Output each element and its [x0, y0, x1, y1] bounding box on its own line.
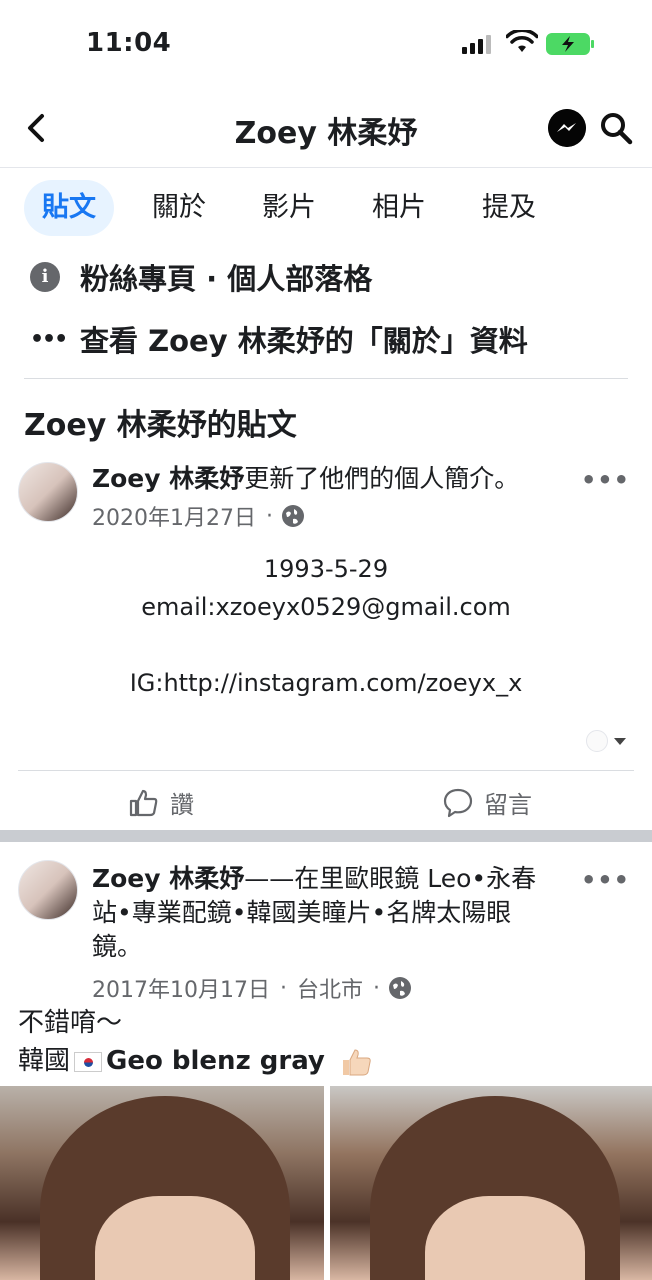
- avatar[interactable]: [18, 462, 78, 522]
- page-category-row: i 粉絲專頁 · 個人部落格: [30, 256, 372, 298]
- korea-flag-icon: [74, 1051, 103, 1072]
- page-tabs: 貼文 關於 影片 相片 提及: [24, 180, 574, 236]
- meta-separator: ·: [373, 975, 380, 1001]
- post-photo[interactable]: [0, 1086, 324, 1280]
- post-meta: 2020年1月27日 ·: [92, 500, 305, 532]
- avatar[interactable]: [18, 860, 78, 920]
- see-about-row[interactable]: ••• 查看 Zoey 林柔妤的「關於」資料: [30, 318, 528, 360]
- comment-button[interactable]: 留言: [442, 785, 532, 820]
- post-text: 不錯唷～ 韓國 Geo blenz gray: [18, 1004, 373, 1080]
- reaction-selector[interactable]: [586, 730, 632, 752]
- post-more-button[interactable]: •••: [581, 466, 630, 494]
- post-text-prefix: 韓國: [18, 1046, 71, 1076]
- post-body: 1993-5-29 email:xzoeyx0529@gmail.com IG:…: [0, 550, 652, 702]
- divider: [24, 378, 628, 379]
- status-bar: 11:04: [0, 0, 652, 88]
- post-location[interactable]: 台北市: [297, 972, 363, 1004]
- messenger-icon[interactable]: [548, 109, 586, 147]
- post-body-line: 1993-5-29: [263, 555, 389, 583]
- post-photo[interactable]: [330, 1086, 652, 1280]
- photo-face: [95, 1196, 255, 1280]
- post-separator: [0, 830, 652, 842]
- post-body-line: IG:http://instagram.com/zoeyx_x: [129, 669, 523, 697]
- post-date[interactable]: 2020年1月27日: [92, 500, 256, 532]
- globe-icon: [389, 977, 411, 999]
- post-body-line: email:xzoeyx0529@gmail.com: [141, 593, 511, 621]
- post-action[interactable]: ——在里歐眼鏡 Leo•永春: [244, 864, 536, 893]
- post-author-name[interactable]: Zoey 林柔妤: [92, 464, 244, 493]
- page-header: Zoey 林柔妤: [0, 88, 652, 168]
- like-label: 讚: [170, 791, 194, 819]
- like-button[interactable]: 讚: [128, 785, 194, 820]
- tab-posts[interactable]: 貼文: [24, 180, 114, 236]
- post-action: 更新了他們的個人簡介。: [244, 464, 520, 493]
- post-more-button[interactable]: •••: [581, 866, 630, 894]
- post-action-bar: 讚 留言: [18, 770, 634, 830]
- caret-down-icon: [614, 737, 626, 745]
- meta-separator: ·: [279, 975, 287, 1001]
- post-body-line: [0, 626, 652, 664]
- signal-icon: [462, 35, 491, 54]
- info-icon: i: [30, 262, 60, 292]
- post-author-line: Zoey 林柔妤更新了他們的個人簡介。: [92, 462, 592, 496]
- battery-charging-icon: [546, 33, 594, 55]
- see-about-link[interactable]: 查看 Zoey 林柔妤的「關於」資料: [80, 318, 528, 360]
- post-action[interactable]: 鏡。: [92, 930, 592, 964]
- post-text-line: 韓國 Geo blenz gray: [18, 1042, 373, 1080]
- post-text-suffix: Geo blenz gray: [106, 1046, 325, 1076]
- post-text-line: 不錯唷～: [18, 1008, 123, 1038]
- tab-videos[interactable]: 影片: [244, 180, 334, 236]
- page-avatar-mini-icon: [586, 730, 608, 752]
- comment-label: 留言: [484, 791, 532, 819]
- section-title: Zoey 林柔妤的貼文: [24, 408, 297, 443]
- wifi-icon: [506, 30, 538, 52]
- tab-mentions[interactable]: 提及: [464, 180, 554, 236]
- search-icon[interactable]: [598, 110, 634, 146]
- thumbs-up-icon: [129, 789, 158, 816]
- tab-photos[interactable]: 相片: [354, 180, 444, 236]
- more-dots-icon: •••: [30, 326, 68, 352]
- post-author-line: Zoey 林柔妤——在里歐眼鏡 Leo•永春 站•專業配鏡•韓國美瞳片•名牌太陽…: [92, 862, 592, 964]
- comment-icon: [443, 788, 473, 817]
- meta-separator: ·: [265, 503, 273, 529]
- page-category: 粉絲專頁 · 個人部落格: [80, 262, 373, 296]
- status-time: 11:04: [86, 28, 172, 58]
- photo-face: [425, 1196, 585, 1280]
- thumbs-up-emoji-icon: [343, 1048, 371, 1075]
- post-date[interactable]: 2017年10月17日: [92, 972, 270, 1004]
- tab-about[interactable]: 關於: [134, 180, 224, 236]
- globe-icon: [281, 505, 304, 527]
- post-author-name[interactable]: Zoey 林柔妤: [92, 864, 244, 893]
- post-action[interactable]: 站•專業配鏡•韓國美瞳片•名牌太陽眼: [92, 896, 592, 930]
- post-meta: 2017年10月17日 · 台北市 ·: [92, 972, 412, 1004]
